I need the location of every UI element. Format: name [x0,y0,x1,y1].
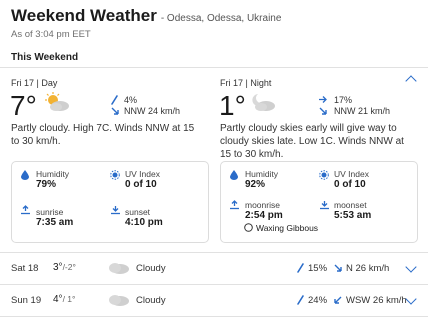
moon-phase-text: Waxing Gibbous [256,223,319,233]
humidity-icon [230,170,238,180]
night-moonset-value: 5:53 am [334,210,372,221]
wind-direction-icon [334,296,342,304]
divider [0,67,428,68]
day-sunset-value: 4:10 pm [125,217,163,228]
humidity-icon [21,170,29,180]
precipitation-icon [297,263,304,273]
day-label: Fri 17 | Day [11,78,58,88]
row-high: 4° [53,294,63,305]
night-humidity-label: Humidity [245,169,279,179]
divider [0,316,428,317]
page-title: Weekend Weather - Odessa, Odessa, Ukraine [11,6,281,26]
moonset-icon [320,201,329,210]
night-precip-value: 17% [334,95,353,105]
day-humidity-value: 79% [36,179,57,190]
precipitation-icon [111,95,118,105]
night-humidity-value: 92% [245,179,266,190]
cloudy-icon [109,295,129,306]
chevron-down-icon[interactable] [405,261,417,273]
partly-cloudy-night-icon [252,94,275,111]
day-sunset-label: sunset [125,207,151,217]
wind-direction-icon [111,107,119,115]
night-moonrise-label: moonrise [245,200,280,210]
moonrise-icon [230,200,239,210]
day-uv-value: 0 of 10 [125,179,157,190]
day-description: Partly cloudy. High 7C. Winds NNW at 15 … [11,123,195,147]
row-precip: 24% [308,295,328,306]
row-wind: N 26 km/h [346,263,390,274]
night-moonrise-value: 2:54 pm [245,210,283,221]
day-uv-label: UV Index [125,169,160,179]
row-day: Sat 18 [11,263,39,274]
row-precip: 15% [308,263,328,274]
row-day: Sun 19 [11,295,42,306]
night-uv-value: 0 of 10 [334,179,366,190]
location-text: - Odessa, Odessa, Ukraine [160,13,282,24]
row-temperature: 3°/-2° [53,262,76,273]
row-wind: WSW 26 km/h [346,295,407,306]
night-label: Fri 17 | Night [220,78,272,88]
row-high: 3° [53,262,63,273]
wind-direction-icon [319,107,327,115]
chevron-up-icon [405,75,417,87]
section-title: This Weekend [11,52,79,63]
day-temperature: 7° [10,90,37,121]
row-temperature: 4°/ 1° [53,294,75,305]
partly-cloudy-icon [45,92,69,111]
day-humidity-label: Humidity [36,169,70,179]
row-condition: Cloudy [136,263,166,274]
night-description: Partly cloudy skies early will give way … [220,123,404,160]
cloudy-icon [109,263,129,274]
sunset-icon [111,206,120,215]
day-sunrise-value: 7:35 am [36,217,74,228]
chevron-down-icon[interactable] [405,293,417,305]
precipitation-icon [297,295,304,305]
forecast-row[interactable]: Sun 19 4°/ 1° Cloudy 24% WSW 26 km/h [0,285,428,315]
night-temperature: 1° [219,90,246,121]
wind-direction-icon [334,264,342,272]
forecast-row[interactable]: Sat 18 3°/-2° Cloudy 15% N 26 km/h [0,253,428,283]
night-moonset-label: moonset [334,200,367,210]
row-low: / 1° [62,294,76,304]
row-low: /-2° [62,262,76,272]
title-text: Weekend Weather [11,6,157,25]
as-of-timestamp: As of 3:04 pm EET [11,29,91,40]
day-sunrise-label: sunrise [36,207,64,217]
uv-index-icon [319,170,329,180]
uv-index-icon [110,170,120,180]
row-condition: Cloudy [136,295,166,306]
day-precip-value: 4% [124,95,138,105]
sunrise-icon [21,205,30,215]
precipitation-icon [319,96,327,103]
day-wind-value: NNW 24 km/h [124,106,181,116]
night-wind-value: NNW 21 km/h [334,106,391,116]
collapse-button[interactable] [404,72,418,87]
night-uv-label: UV Index [334,169,369,179]
moon-phase-icon [244,223,253,232]
